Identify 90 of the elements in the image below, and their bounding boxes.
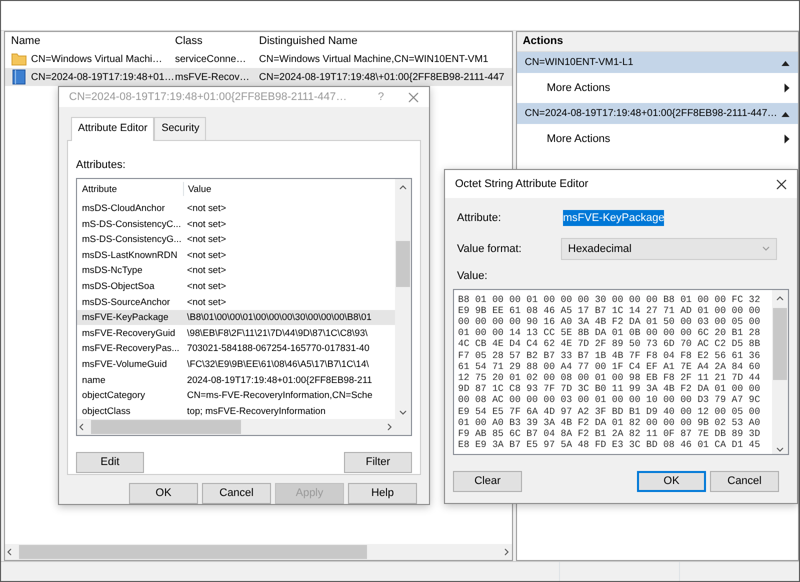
list-button[interactable]: Edit: [76, 452, 144, 472]
dialog-button[interactable]: OK: [637, 470, 706, 492]
caret-icon: [762, 246, 770, 252]
format-dropdown[interactable]: Hexadecimal: [561, 238, 777, 260]
list-row[interactable]: CN=Windows Virtual Machi… serviceConne… CN=Windows Virtual Machine,CN=WIN10ENT-VM1: [5, 50, 512, 68]
table-cell-text: mS-DS-ConsistencyC...: [81, 216, 182, 231]
list-row[interactable]: msFVE-KeyPackage \B8\01\00\00\01\00\00\00\30\00\00\00\B8\01: [77, 310, 395, 326]
action-group-header[interactable]: CN=2024-08-19T17:19:48+01:00{2FF8EB98-2111-447…: [516, 103, 798, 124]
close-icon[interactable]: [776, 178, 787, 190]
action-item[interactable]: More Actions: [516, 73, 798, 103]
table-cell-text: \B8\01\00\00\01\00\00\00\30\00\00\00\B8\01: [186, 310, 372, 324]
action-group-header[interactable]: CN=WIN10ENT-VM1-L1: [516, 52, 798, 73]
scrollbar-thumb[interactable]: [91, 420, 241, 434]
table-cell-text: <not set>: [186, 216, 226, 231]
table-cell-text: msFVE-RecoveryPas...: [81, 341, 180, 356]
window-title: CN=2024-08-19T17:19:48+01:00{2FF8EB98-2111-447…: [69, 90, 348, 105]
table-cell-text: <not set>: [186, 279, 226, 294]
list-row[interactable]: mS-DS-ConsistencyC... <not set>: [77, 216, 395, 232]
table-cell-text: <not set>: [186, 263, 226, 278]
column-header[interactable]: Attribute: [77, 182, 183, 196]
submenu-arrow-icon: [784, 83, 790, 93]
table-cell-text: objectClass: [81, 404, 132, 418]
dialog-button[interactable]: Cancel: [710, 470, 779, 492]
dialog-button[interactable]: OK: [129, 483, 198, 504]
column-header[interactable]: Class: [171, 32, 255, 50]
list-row[interactable]: msDS-NcType <not set>: [77, 262, 395, 278]
dialog-button[interactable]: Help: [348, 483, 417, 504]
table-cell-text: msFVE-Recov…: [174, 70, 250, 84]
table-cell-text: <not set>: [186, 232, 226, 246]
field-label: Value:: [457, 269, 488, 284]
scrollbar-thumb[interactable]: [396, 240, 410, 286]
table-cell-text: <not set>: [186, 294, 226, 309]
section-label: Attributes:: [76, 158, 127, 173]
action-item[interactable]: More Actions: [516, 124, 798, 154]
table-cell-text: \98\EB\F8\2F\11\21\7D\44\9D\87\1C\C8\93\: [186, 326, 368, 340]
list-row[interactable]: msDS-ObjectSoa <not set>: [77, 278, 395, 294]
list-row[interactable]: name 2024-08-19T17:19:48+01:00{2FF8EB98-211: [77, 372, 395, 388]
tab[interactable]: Security: [154, 117, 206, 140]
list-row[interactable]: msDS-LastKnownRDN <not set>: [77, 247, 395, 263]
table-cell-text: <not set>: [186, 200, 226, 215]
table-cell-text: msFVE-VolumeGuid: [81, 357, 168, 372]
table-cell-text: serviceConne…: [174, 52, 248, 66]
scrollbar-thumb[interactable]: [19, 545, 367, 559]
table-cell-text: top; msFVE-RecoveryInformation: [186, 404, 326, 418]
column-header[interactable]: Value: [183, 182, 212, 196]
column-header[interactable]: Name: [5, 32, 171, 50]
tab[interactable]: Attribute Editor: [71, 117, 154, 141]
table-cell-text: msDS-LastKnownRDN: [81, 248, 178, 262]
window-title: Octet String Attribute Editor: [455, 176, 590, 192]
table-cell-text: msDS-SourceAnchor: [81, 294, 172, 309]
table-cell-text: CN=Windows Virtual Machine,CN=WIN10ENT-VM1: [258, 52, 490, 66]
list-row[interactable]: msFVE-VolumeGuid \FC\32\E9\9B\EE\61\08\46\A5\17\B7\1C\14\: [77, 356, 395, 372]
list-row[interactable]: msFVE-RecoveryPas... 703021-584188-067254-165770-017831-40: [77, 340, 395, 356]
table-cell-text: CN=2024-08-19T17:19:48\+01:00{2FF8EB98-2111-447: [258, 70, 506, 84]
submenu-arrow-icon: [784, 134, 790, 144]
table-cell-text: name: [81, 372, 106, 387]
list-row[interactable]: objectClass top; msFVE-RecoveryInformation: [77, 403, 395, 419]
field-value: msFVE-KeyPackage: [563, 210, 664, 226]
table-cell-text: CN=ms-FVE-RecoveryInformation,CN=Sche: [186, 388, 372, 402]
collapse-icon[interactable]: [781, 58, 790, 66]
list-row[interactable]: msFVE-RecoveryGuid \98\EB\F8\2F\11\21\7D\44\9D\87\1C\C8\93\: [77, 325, 395, 341]
table-cell-text: msDS-ObjectSoa: [81, 279, 156, 294]
table-cell-text: \FC\32\E9\9B\EE\61\08\46\A5\17\B7\1C\14\: [186, 357, 369, 372]
list-row[interactable]: objectCategory CN=ms-FVE-RecoveryInformation,CN=Sche: [77, 388, 395, 404]
table-cell-text: msFVE-KeyPackage: [81, 310, 170, 324]
dialog-button[interactable]: Clear: [453, 470, 522, 492]
dialog-button[interactable]: Cancel: [202, 483, 271, 504]
scrollbar-thumb[interactable]: [773, 308, 787, 380]
pane-header: Actions: [516, 32, 798, 52]
field-label: Value format:: [457, 242, 523, 257]
list-row[interactable]: mS-DS-ConsistencyG... <not set>: [77, 231, 395, 248]
book-icon: [11, 69, 27, 85]
table-cell-text: objectCategory: [81, 388, 146, 402]
hex-value-field[interactable]: B8 01 00 00 01 00 00 00 30 00 00 00 B8 01 00 00 FC 32 E9 9B EE 61 08 46 A5 17 B7 1C 14 27 71 AD 01 00 00 00 00 00 00 00 90 16 A0 3A 4B F2 DA 01 50 00 03 00 05 00 01 00 00 14 13 CC 5E 8B DA 01 0B 00 00 00 6C 20 B1 28 4C CB 4E D4 C4 62 4E 7D 2F 89 50 73 6D 70 AC C2 D5 8B F7 05 28 57 B2 B7 33 B7 1B 4B 7F F8 04 F8 E2 56 61 36 61 54 71 29 88 00 A4 77 00 1F C4 EF A1 7E A4 2A 84 60 12 75 20 01 02 00 08 00 01 00 98 EB F8 2F 11 21 7D 44 9D 87 1C C8 93 7F 7D 3C B0 11 99 3A 4B F2 DA 01 00 00 00 08 AC 00 00 00 03 00 01 00 00 10 00 00 D3 79 A7 9C E9 54 E5 7F 6A 4D 97 A2 3F BD B1 D9 40 00 12 00 05 00 01 00 A0 B3 39 3A 4B F2 DA 01 82 00 00 00 9B 02 53 A0 F9 AB 85 6C B7 04 8A F2 B1 2A 82 11 0F 87 7E DB 89 3D E8 E9 3A B7 E5 97 5A 48 FD E3 3C BD 08 46 01 CA D1 45: [453, 288, 789, 454]
collapse-icon[interactable]: [781, 110, 790, 118]
list-row[interactable]: msDS-CloudAnchor <not set>: [77, 200, 395, 216]
table-cell-text: 703021-584188-067254-165770-017831-40: [186, 341, 370, 356]
list-button[interactable]: Filter: [344, 452, 412, 472]
table-cell-text: msDS-CloudAnchor: [81, 200, 166, 215]
table-cell-text: mS-DS-ConsistencyG...: [81, 232, 182, 246]
table-cell-text: CN=Windows Virtual Machi…: [31, 52, 162, 66]
list-row[interactable]: msDS-SourceAnchor <not set>: [77, 294, 395, 310]
table-cell-text: <not set>: [186, 248, 226, 262]
table-cell-text: msDS-NcType: [81, 263, 144, 278]
table-cell-text: CN=2024-08-19T17:19:48+01…: [31, 70, 174, 84]
list-row[interactable]: CN=2024-08-19T17:19:48+01…msFVE-Recov… CN=2024-08-19T17:19:48\+01:00{2FF8EB98-2111-447: [5, 68, 512, 86]
table-cell-text: msFVE-RecoveryGuid: [81, 326, 176, 340]
column-header[interactable]: Distinguished Name: [255, 32, 512, 50]
table-cell-text: 2024-08-19T17:19:48+01:00{2FF8EB98-211: [186, 372, 372, 387]
field-label: Attribute:: [457, 210, 502, 226]
